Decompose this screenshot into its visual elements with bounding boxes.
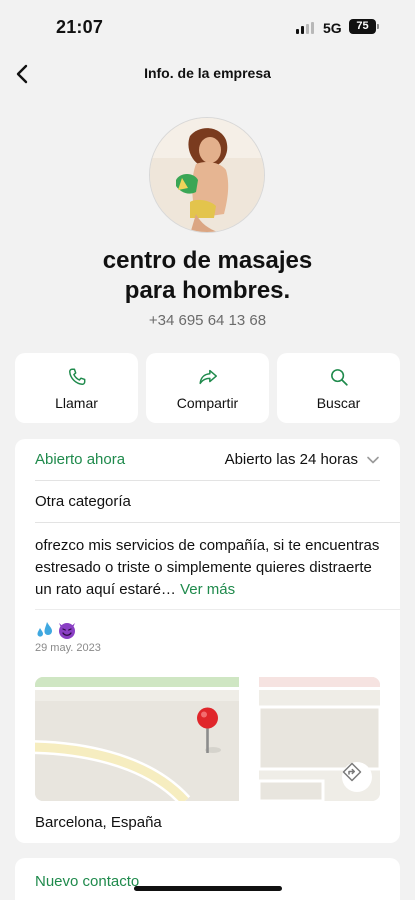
signal-icon [296, 22, 314, 34]
home-indicator [134, 886, 282, 891]
search-button[interactable]: Buscar [277, 353, 400, 423]
share-icon [198, 369, 217, 384]
business-name-line-2: para hombres. [124, 277, 291, 304]
business-name: centro de masajes para hombres. [20, 246, 395, 306]
map-preview[interactable] [35, 677, 380, 801]
status-bar: 21:07 5G 75 [0, 0, 415, 52]
share-label: Compartir [176, 394, 239, 411]
hours-text: Abierto las 24 horas [224, 451, 358, 468]
directions-icon [342, 762, 362, 782]
call-label: Llamar [55, 394, 98, 411]
profile-photo [150, 118, 264, 232]
sweat-droplets-icon [37, 622, 52, 637]
share-button[interactable]: Compartir [146, 353, 269, 423]
network-label: 5G [323, 20, 342, 36]
status-time: 21:07 [56, 17, 104, 37]
category-row: Otra categoría [35, 481, 400, 523]
location-text: Barcelona, España [35, 814, 162, 831]
action-buttons: Llamar Compartir Buscar [15, 353, 400, 423]
emoji-row [35, 619, 77, 641]
open-now-status: Abierto ahora [35, 451, 126, 468]
business-info-card: Abierto ahora Abierto las 24 horas Otra … [15, 439, 400, 843]
phone-number[interactable]: +34 695 64 13 68 [0, 312, 415, 329]
new-contact-button[interactable]: Nuevo contacto [35, 873, 139, 890]
description: ofrezco mis servicios de compañía, si te… [35, 535, 382, 601]
phone-icon [68, 367, 85, 385]
contact-card: Nuevo contacto [15, 858, 400, 900]
page-title: Info. de la empresa [144, 65, 271, 81]
business-name-line-1: centro de masajes [102, 247, 313, 274]
smiling-imp-icon [59, 623, 75, 639]
location-pin-icon [197, 707, 221, 753]
date-label: 29 may. 2023 [35, 642, 101, 654]
search-label: Buscar [316, 394, 361, 411]
nav-bar: Info. de la empresa [0, 52, 415, 96]
directions-button[interactable] [342, 762, 372, 792]
divider [35, 609, 400, 610]
battery-icon: 75 [349, 19, 376, 34]
battery-tip [377, 24, 379, 29]
avatar[interactable] [149, 117, 265, 233]
search-icon [330, 368, 348, 386]
see-more-link[interactable]: Ver más [180, 581, 235, 598]
hours-row[interactable]: Abierto ahora Abierto las 24 horas [35, 439, 380, 481]
chevron-down-icon [367, 456, 379, 463]
call-button[interactable]: Llamar [15, 353, 138, 423]
